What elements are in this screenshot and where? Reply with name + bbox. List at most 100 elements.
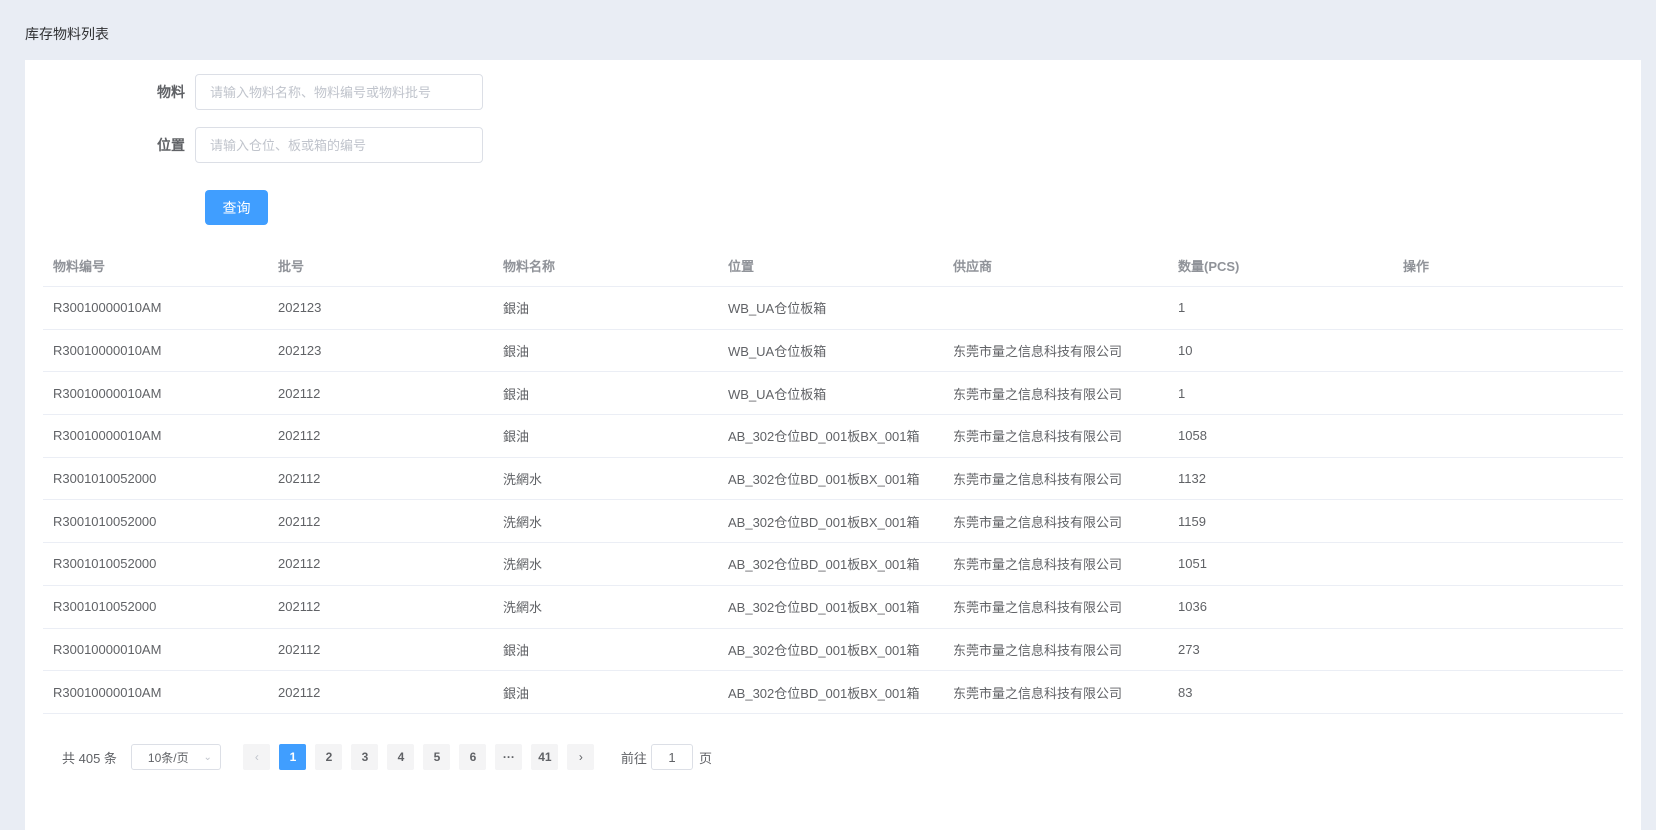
table-cell: 1132	[1178, 471, 1206, 487]
table-cell: AB_302仓位BD_001板BX_001箱	[728, 557, 920, 573]
table-row[interactable]: R30010000010AM 202112 銀油 AB_302仓位BD_001板BX_…	[43, 629, 1623, 672]
material-label: 物料	[157, 84, 185, 100]
table-row[interactable]: R30010000010AM 202112 銀油 AB_302仓位BD_001板BX_…	[43, 671, 1623, 714]
table-row[interactable]: R3001010052000 202112 洗網水 AB_302仓位BD_001板BX…	[43, 543, 1623, 586]
table-cell: R3001010052000	[53, 599, 157, 615]
table-cell: 东莞市量之信息科技有限公司	[953, 429, 1123, 445]
page-number-button[interactable]: 4	[387, 744, 415, 770]
table-row[interactable]: R3001010052000 202112 洗網水 AB_302仓位BD_001板BX…	[43, 586, 1623, 629]
table-cell: 202123	[278, 343, 322, 359]
table-row[interactable]: R30010000010AM 202123 銀油 WB_UA仓位板箱 东莞市量之信息科技…	[43, 330, 1623, 373]
table-row[interactable]: R3001010052000 202112 洗網水 AB_302仓位BD_001板BX…	[43, 458, 1623, 501]
next-page-button[interactable]: ›	[567, 744, 595, 770]
table-cell: 东莞市量之信息科技有限公司	[953, 685, 1123, 701]
location-search-input[interactable]	[195, 127, 483, 163]
table-cell: 202112	[278, 385, 321, 401]
table-cell: 东莞市量之信息科技有限公司	[953, 642, 1123, 658]
pagination-total: 共 405 条	[62, 750, 117, 766]
table-row[interactable]: R30010000010AM 202112 銀油 WB_UA仓位板箱 东莞市量之信息科技…	[43, 372, 1623, 416]
table-cell: AB_302仓位BD_001板BX_001箱	[728, 429, 920, 445]
table-cell: R30010000010AM	[53, 641, 162, 657]
page-number-button[interactable]: 1	[279, 744, 307, 770]
page-number-button[interactable]: 6	[459, 744, 487, 770]
column-header: 供应商	[953, 259, 993, 274]
table-cell: 202112	[278, 513, 321, 529]
table-cell: 202112	[278, 556, 321, 572]
table-cell: 202112	[278, 599, 321, 615]
table-cell: AB_302仓位BD_001板BX_001箱	[728, 472, 920, 488]
table-cell: 东莞市量之信息科技有限公司	[953, 600, 1123, 616]
table-cell: 洗網水	[503, 557, 543, 573]
page-size-select[interactable]: 10条/页 ⌄	[130, 744, 221, 770]
table-cell: 东莞市量之信息科技有限公司	[953, 386, 1123, 402]
table-cell: 东莞市量之信息科技有限公司	[953, 472, 1123, 488]
table-cell: 洗網水	[503, 472, 543, 488]
table-cell: 1	[1178, 385, 1186, 401]
table-header-row: 物料编号 批号 物料名称 位置 供应商 数量(PCS) 操作	[43, 245, 1623, 287]
table-cell: AB_302仓位BD_001板BX_001箱	[728, 685, 920, 701]
table-cell: R30010000010AM	[53, 343, 162, 359]
column-header: 操作	[1403, 259, 1430, 274]
query-button[interactable]: 查询	[205, 190, 268, 225]
page-title: 库存物料列表	[25, 26, 109, 42]
table-cell: 銀油	[503, 301, 530, 317]
page-number-button[interactable]: 41	[531, 744, 559, 770]
content-card: 物料 位置 查询 物料编号批号物料名称位置供应商数量(PCS)操作 R30010…	[25, 60, 1641, 830]
table-cell: 273	[1178, 641, 1200, 657]
goto-prefix: 前往	[620, 750, 647, 766]
table-cell: AB_302仓位BD_001板BX_001箱	[728, 600, 920, 616]
column-header: 批号	[278, 259, 305, 274]
table-cell: R3001010052000	[53, 471, 157, 487]
table-cell: 1159	[1178, 513, 1206, 529]
table-cell: 东莞市量之信息科技有限公司	[953, 514, 1123, 530]
table-cell: WB_UA仓位板箱	[728, 301, 827, 317]
location-label: 位置	[157, 137, 185, 153]
goto-page-input[interactable]	[650, 744, 693, 770]
table-row[interactable]: R30010000010AM 202123 銀油 WB_UA仓位板箱 1	[43, 287, 1623, 330]
table-cell: 东莞市量之信息科技有限公司	[953, 557, 1123, 573]
pagination: 共 405 条 10条/页 ⌄ ‹ 123456 ··· 41 › 前往 页	[62, 744, 712, 770]
table-cell: R3001010052000	[53, 556, 157, 572]
table-cell: 1058	[1178, 428, 1207, 444]
page-number-button[interactable]: 2	[315, 744, 343, 770]
prev-page-button[interactable]: ‹	[243, 744, 271, 770]
table-body: R30010000010AM 202123 銀油 WB_UA仓位板箱 1 R3001000…	[43, 287, 1623, 714]
table-cell: 83	[1178, 684, 1193, 700]
table-cell: 1036	[1178, 599, 1207, 615]
form-row-material: 物料	[25, 74, 483, 110]
table-cell: WB_UA仓位板箱	[728, 386, 827, 402]
table-row[interactable]: R30010000010AM 202112 銀油 AB_302仓位BD_001板BX_…	[43, 415, 1623, 458]
table-cell: 202112	[278, 471, 321, 487]
page-number-button[interactable]: 3	[351, 744, 379, 770]
page-number-button[interactable]: 5	[423, 744, 451, 770]
table-cell: WB_UA仓位板箱	[728, 344, 827, 360]
table-cell: R30010000010AM	[53, 300, 162, 316]
table-cell: R3001010052000	[53, 513, 157, 529]
table-cell: 202112	[278, 428, 321, 444]
page-size-value: 10条/页	[147, 750, 189, 765]
table-cell: AB_302仓位BD_001板BX_001箱	[728, 514, 920, 530]
table-cell: R30010000010AM	[53, 684, 162, 700]
table-cell: 1	[1178, 300, 1186, 316]
table-cell: 銀油	[503, 386, 530, 402]
column-header: 数量(PCS)	[1178, 259, 1240, 274]
table-cell: 洗網水	[503, 600, 543, 616]
table-header: 物料编号 批号 物料名称 位置 供应商 数量(PCS) 操作	[43, 245, 1623, 287]
column-header: 物料名称	[503, 259, 556, 274]
form-row-location: 位置	[25, 127, 483, 163]
more-pages-button[interactable]: ···	[495, 744, 523, 770]
table-cell: AB_302仓位BD_001板BX_001箱	[728, 642, 920, 658]
chevron-down-icon: ⌄	[203, 751, 212, 763]
table-cell: 洗網水	[503, 514, 543, 530]
inventory-table: 物料编号 批号 物料名称 位置 供应商 数量(PCS) 操作 R30010000010AM 2…	[43, 245, 1623, 714]
table-cell: 銀油	[503, 685, 530, 701]
column-header: 位置	[728, 259, 755, 274]
table-cell: 銀油	[503, 344, 530, 360]
table-cell: 銀油	[503, 429, 530, 445]
table-cell: 銀油	[503, 642, 530, 658]
page-number-list: 1 2 3 4 5 6 ··· 41	[275, 744, 563, 770]
material-search-input[interactable]	[195, 74, 483, 110]
table-cell: 202112	[278, 641, 321, 657]
chevron-left-icon: ‹	[254, 750, 259, 764]
table-row[interactable]: R3001010052000 202112 洗網水 AB_302仓位BD_001板BX…	[43, 500, 1623, 544]
